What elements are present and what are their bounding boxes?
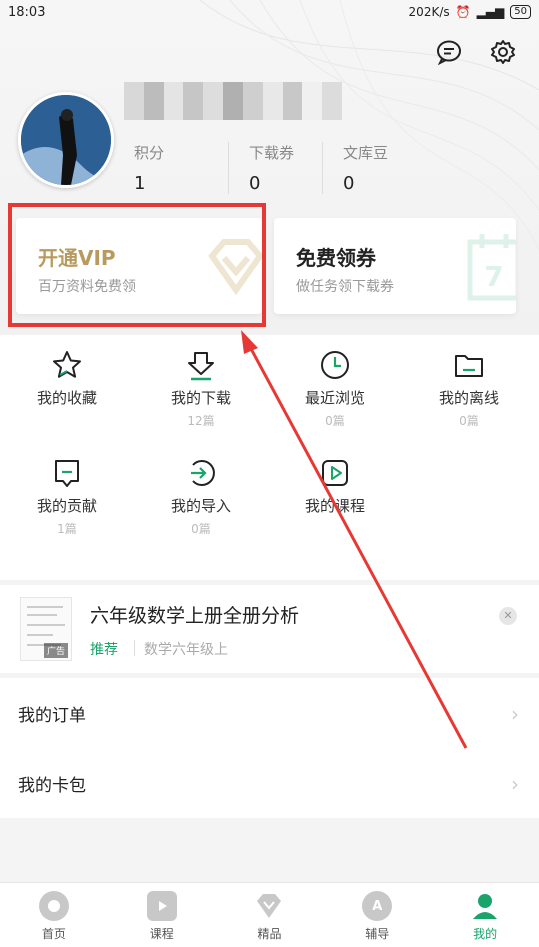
- bottom-tab-bar: 首页 课程 精品 A 辅导 我的: [0, 882, 539, 947]
- play-icon: [322, 460, 348, 486]
- coupon-title: 免费领券: [296, 246, 376, 270]
- course-icon: [146, 891, 177, 921]
- star-icon: [53, 351, 81, 378]
- grid-item-recent[interactable]: 最近浏览 0篇: [268, 349, 402, 429]
- message-icon[interactable]: [435, 38, 463, 66]
- ad-category: 数学六年级上: [144, 642, 228, 658]
- grid-item-imports[interactable]: 我的导入 0篇: [134, 457, 268, 537]
- status-time: 18:03: [8, 4, 46, 20]
- menu-list: 我的订单 › 我的卡包 ›: [0, 678, 539, 818]
- clock-icon: [321, 351, 349, 379]
- grid-item-offline[interactable]: 我的离线 0篇: [402, 349, 536, 429]
- home-icon: [38, 891, 69, 921]
- grid-item-favorites[interactable]: 我的收藏: [0, 349, 134, 412]
- download-icon: [188, 352, 214, 381]
- profile-icon: [470, 891, 500, 921]
- grid-item-downloads[interactable]: 我的下载 12篇: [134, 349, 268, 429]
- recommended-ad[interactable]: 广告 六年级数学上册全册分析 推荐 数学六年级上 ✕: [0, 585, 539, 673]
- folder-icon: [455, 355, 483, 377]
- tab-home[interactable]: 首页: [0, 883, 108, 947]
- profile-stats: 积分 1 下载券 0 文库豆 0: [134, 142, 416, 194]
- alarm-icon: ⏰: [455, 5, 471, 19]
- stat-download-coupons[interactable]: 下载券 0: [228, 142, 322, 194]
- tab-tutor[interactable]: A 辅导: [323, 883, 431, 947]
- calendar-icon: 7: [467, 234, 516, 301]
- chevron-right-icon: ›: [511, 772, 519, 796]
- signal-icon: ▂▄▆: [476, 5, 505, 19]
- tutor-icon: A: [362, 891, 393, 921]
- ad-recommend-tag: 推荐: [90, 642, 118, 658]
- grid-item-contributions[interactable]: 我的贡献 1篇: [0, 457, 134, 537]
- annotation-highlight-box: [8, 203, 266, 327]
- tab-course[interactable]: 课程: [108, 883, 216, 947]
- settings-gear-icon[interactable]: [489, 38, 517, 66]
- menu-item-orders[interactable]: 我的订单 ›: [0, 678, 539, 748]
- import-icon: [191, 460, 215, 486]
- status-bar: 18:03 202K/s ⏰ ▂▄▆ 50: [0, 0, 539, 24]
- ad-title: 六年级数学上册全册分析: [90, 605, 300, 627]
- contribution-icon: [55, 460, 79, 487]
- username-pixelated: [124, 82, 342, 120]
- feature-grid: 我的收藏 我的下载 12篇 最近浏览 0篇 我的离线 0篇 我的贡献 1篇 我的…: [0, 335, 539, 580]
- close-icon[interactable]: ✕: [499, 607, 517, 625]
- menu-item-card-wallet[interactable]: 我的卡包 ›: [0, 748, 539, 818]
- battery-icon: 50: [510, 5, 531, 19]
- header-actions: [435, 38, 517, 66]
- chevron-right-icon: ›: [511, 702, 519, 726]
- tab-mine[interactable]: 我的: [431, 883, 539, 947]
- grid-item-courses[interactable]: 我的课程: [268, 457, 402, 520]
- tab-premium[interactable]: 精品: [216, 883, 324, 947]
- free-coupon-card[interactable]: 免费领券 做任务领下载券 7: [274, 218, 516, 314]
- diamond-icon: [254, 891, 284, 921]
- svg-text:7: 7: [484, 260, 503, 293]
- avatar[interactable]: [18, 92, 114, 188]
- stat-points[interactable]: 积分 1: [134, 142, 228, 194]
- stat-wenku-beans[interactable]: 文库豆 0: [322, 142, 416, 194]
- coupon-subtitle: 做任务领下载券: [296, 279, 394, 295]
- ad-badge: 广告: [44, 643, 69, 658]
- network-speed: 202K/s: [408, 5, 450, 19]
